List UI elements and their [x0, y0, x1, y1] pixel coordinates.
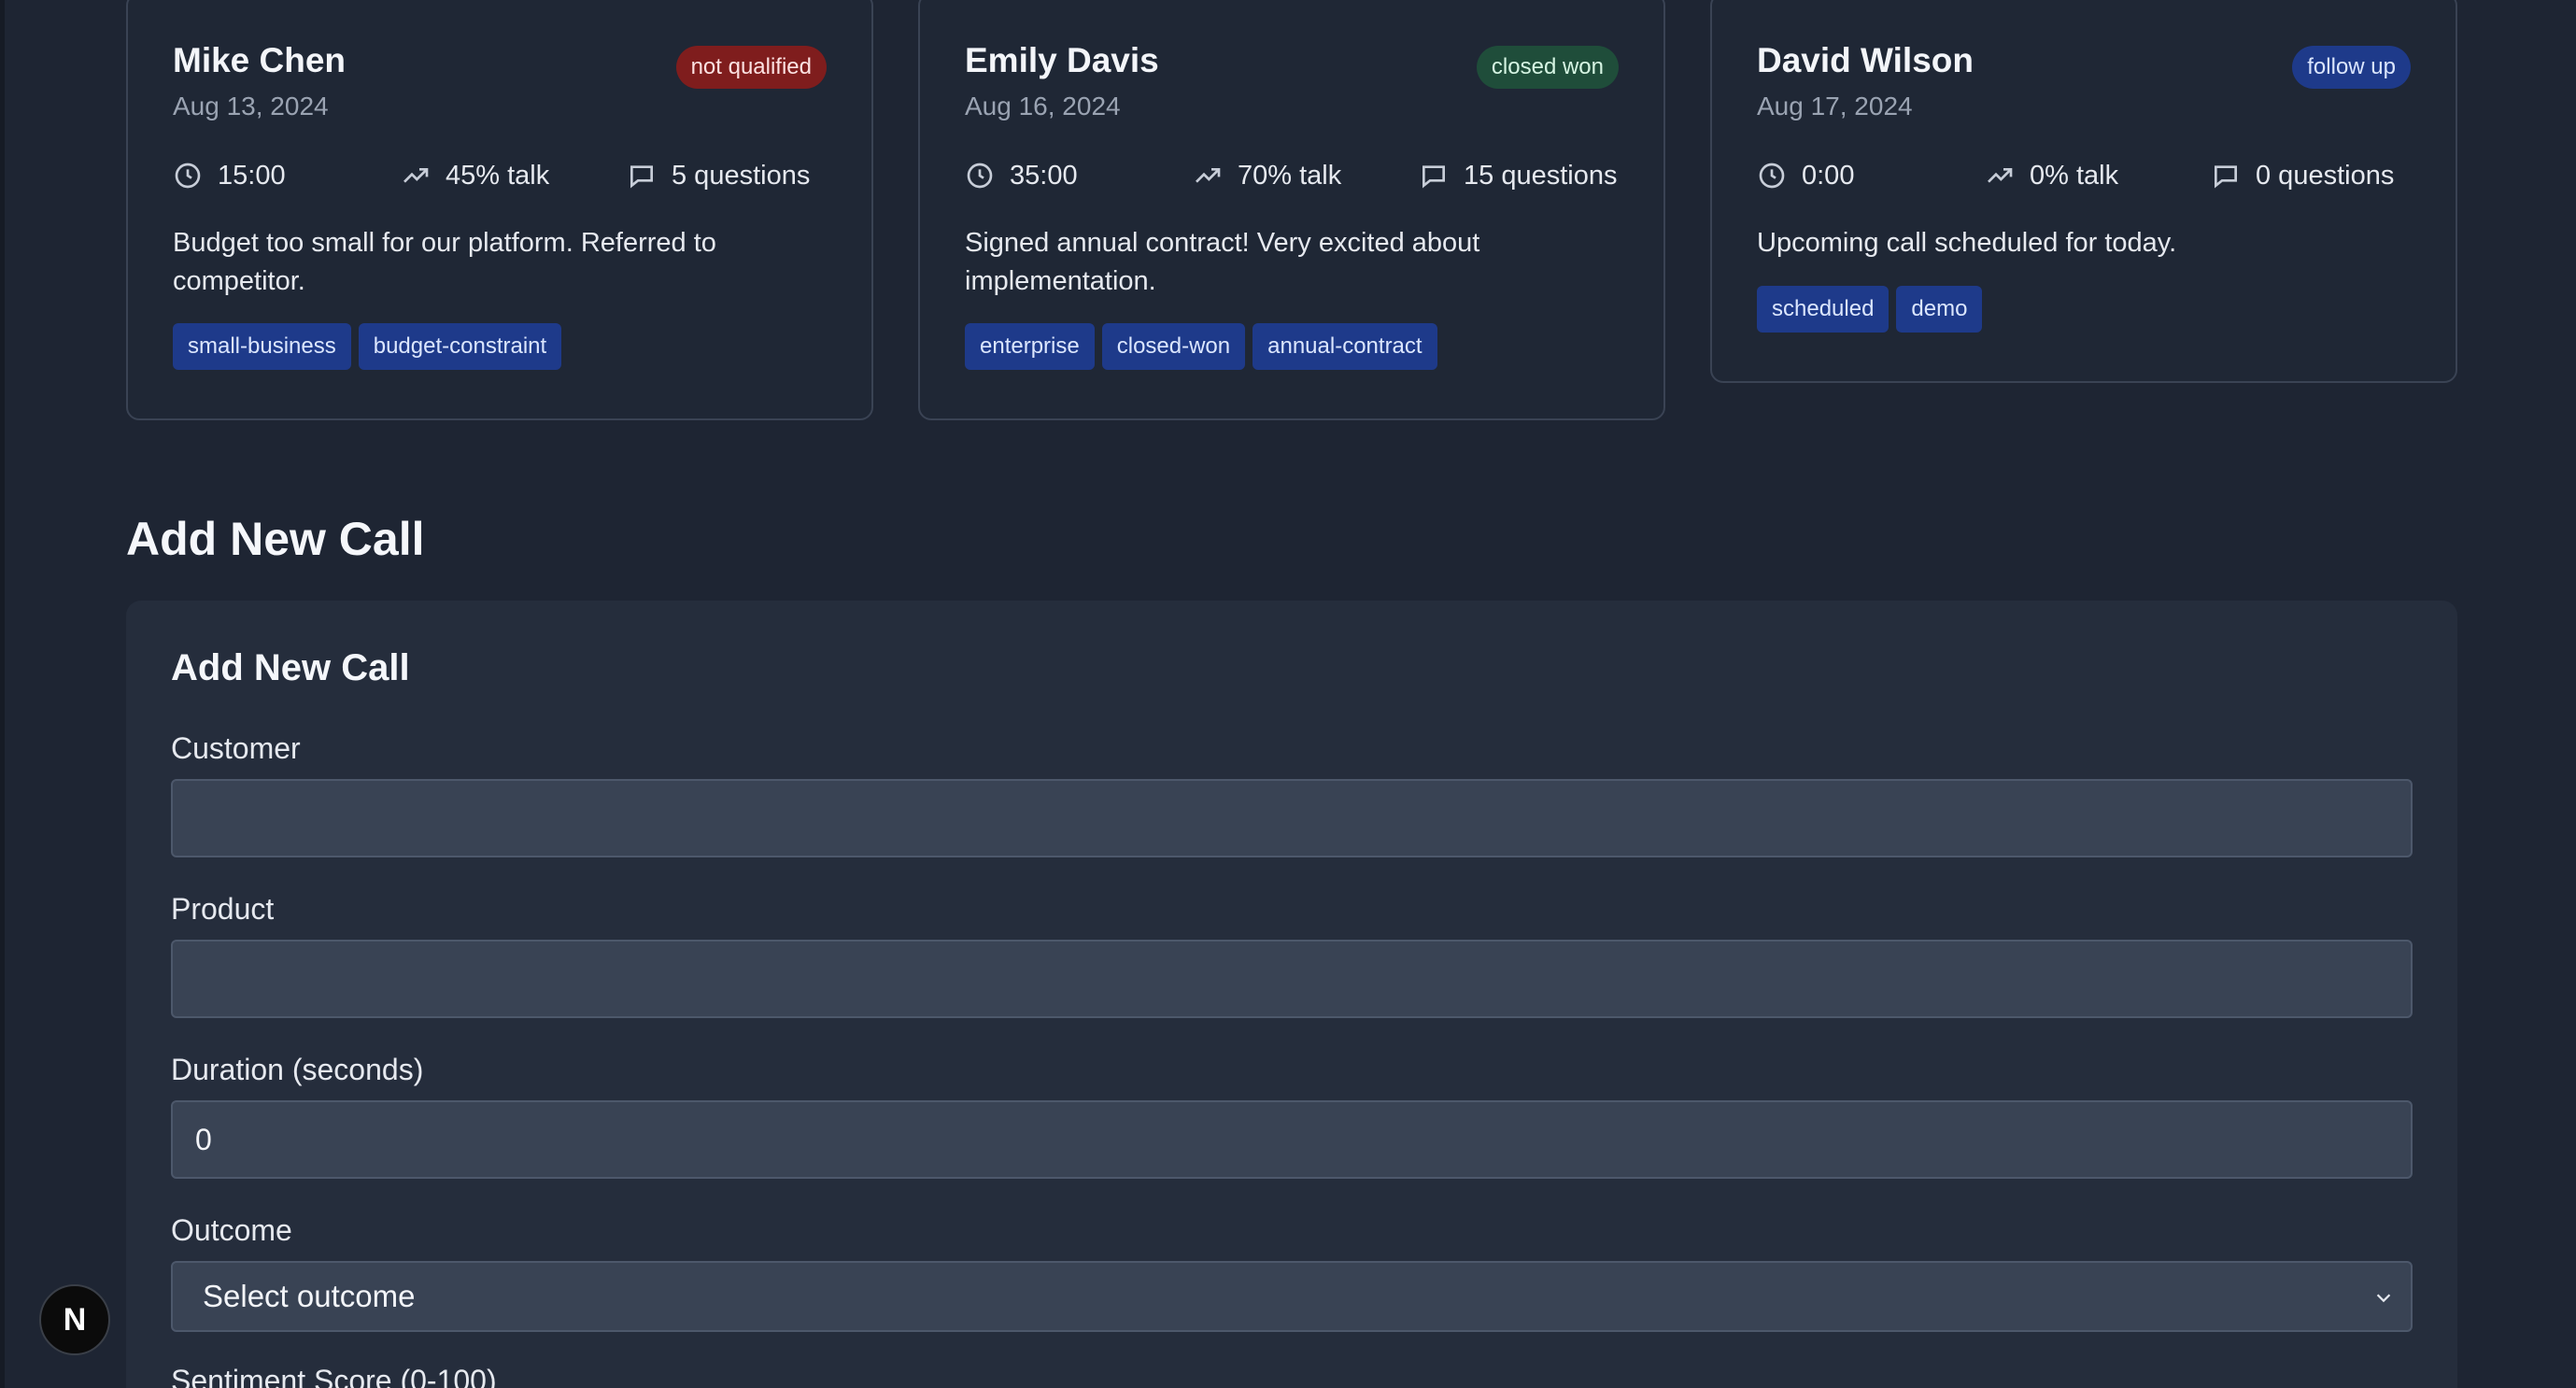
customer-name: Emily Davis: [965, 41, 1159, 79]
questions-value: 0 questions: [2256, 160, 2395, 191]
call-stats: 35:00 70% talk 15 questions: [965, 157, 1619, 194]
customer-input[interactable]: [171, 779, 2413, 857]
talk-stat: 45% talk: [401, 157, 549, 194]
tag-list: scheduled demo: [1757, 286, 2411, 333]
duration-label: Duration (seconds): [171, 1053, 424, 1086]
talk-value: 0% talk: [2030, 160, 2119, 191]
call-card[interactable]: David Wilson Aug 17, 2024 follow up 0:00…: [1710, 0, 2457, 383]
duration-stat: 35:00: [965, 157, 1078, 194]
call-stats: 15:00 45% talk 5 questions: [173, 157, 827, 194]
questions-value: 5 questions: [672, 160, 811, 191]
call-date: Aug 16, 2024: [965, 92, 1121, 120]
trending-up-icon: [1196, 168, 1221, 183]
customer-name: David Wilson: [1757, 41, 1974, 79]
call-summary: Budget too small for our platform. Refer…: [173, 228, 716, 296]
questions-value: 15 questions: [1464, 160, 1618, 191]
tag[interactable]: closed-won: [1101, 323, 1246, 370]
trending-up-icon: [403, 168, 429, 183]
tag[interactable]: demo: [1896, 286, 1983, 333]
section-title: Add New Call: [126, 513, 425, 565]
questions-stat: 0 questions: [2211, 157, 2394, 194]
call-date: Aug 13, 2024: [173, 92, 329, 120]
nextjs-logo-icon: N: [63, 1301, 87, 1338]
duration-stat: 0:00: [1757, 157, 1854, 194]
talk-stat: 0% talk: [1985, 157, 2118, 194]
clock-icon: [967, 163, 993, 189]
call-card[interactable]: Mike Chen Aug 13, 2024 not qualified 15:…: [126, 0, 873, 420]
trending-up-icon: [1988, 168, 2013, 183]
duration-value: 0:00: [1802, 160, 1855, 191]
call-date: Aug 17, 2024: [1757, 92, 1913, 120]
outcome-select[interactable]: Select outcome: [171, 1261, 2413, 1332]
tag[interactable]: scheduled: [1757, 286, 1890, 333]
status-badge: not qualified: [675, 46, 827, 89]
sentiment-label: Sentiment Score (0-100): [171, 1364, 497, 1388]
product-input[interactable]: [171, 940, 2413, 1018]
call-summary: Upcoming call scheduled for today.: [1757, 228, 2177, 258]
tag[interactable]: annual-contract: [1253, 323, 1437, 370]
outcome-selected: Select outcome: [203, 1279, 416, 1313]
chevron-down-icon: [2376, 1294, 2391, 1303]
talk-stat: 70% talk: [1193, 157, 1341, 194]
form-title: Add New Call: [171, 647, 410, 688]
tag-list: small-business budget-constraint: [173, 323, 827, 370]
status-badge: closed won: [1476, 46, 1619, 89]
status-badge: follow up: [2292, 46, 2411, 89]
add-call-form: Add New Call Customer Product Duration (…: [126, 601, 2457, 1388]
questions-stat: 5 questions: [627, 157, 810, 194]
page: Mike Chen Aug 13, 2024 not qualified 15:…: [0, 0, 2576, 1388]
tag[interactable]: budget-constraint: [358, 323, 562, 370]
tag-list: enterprise closed-won annual-contract: [965, 323, 1619, 370]
duration-input[interactable]: [171, 1100, 2413, 1179]
clock-icon: [1759, 163, 1785, 189]
duration-value: 35:00: [1010, 160, 1078, 191]
call-card[interactable]: Emily Davis Aug 16, 2024 closed won 35:0…: [918, 0, 1665, 420]
outcome-label: Outcome: [171, 1213, 292, 1247]
talk-value: 70% talk: [1238, 160, 1342, 191]
product-label: Product: [171, 892, 275, 926]
message-square-icon: [1422, 165, 1445, 189]
window-edge: [0, 0, 5, 1388]
duration-value: 15:00: [218, 160, 286, 191]
tag[interactable]: enterprise: [965, 323, 1095, 370]
message-square-icon: [630, 165, 653, 189]
nextjs-dev-badge[interactable]: N: [39, 1284, 110, 1355]
questions-stat: 15 questions: [1419, 157, 1617, 194]
clock-icon: [175, 163, 201, 189]
customer-label: Customer: [171, 731, 301, 765]
tag[interactable]: small-business: [173, 323, 351, 370]
customer-name: Mike Chen: [173, 41, 347, 79]
duration-stat: 15:00: [173, 157, 286, 194]
talk-value: 45% talk: [446, 160, 550, 191]
call-stats: 0:00 0% talk 0 questions: [1757, 157, 2411, 194]
message-square-icon: [2215, 165, 2237, 189]
call-summary: Signed annual contract! Very excited abo…: [965, 228, 1480, 296]
